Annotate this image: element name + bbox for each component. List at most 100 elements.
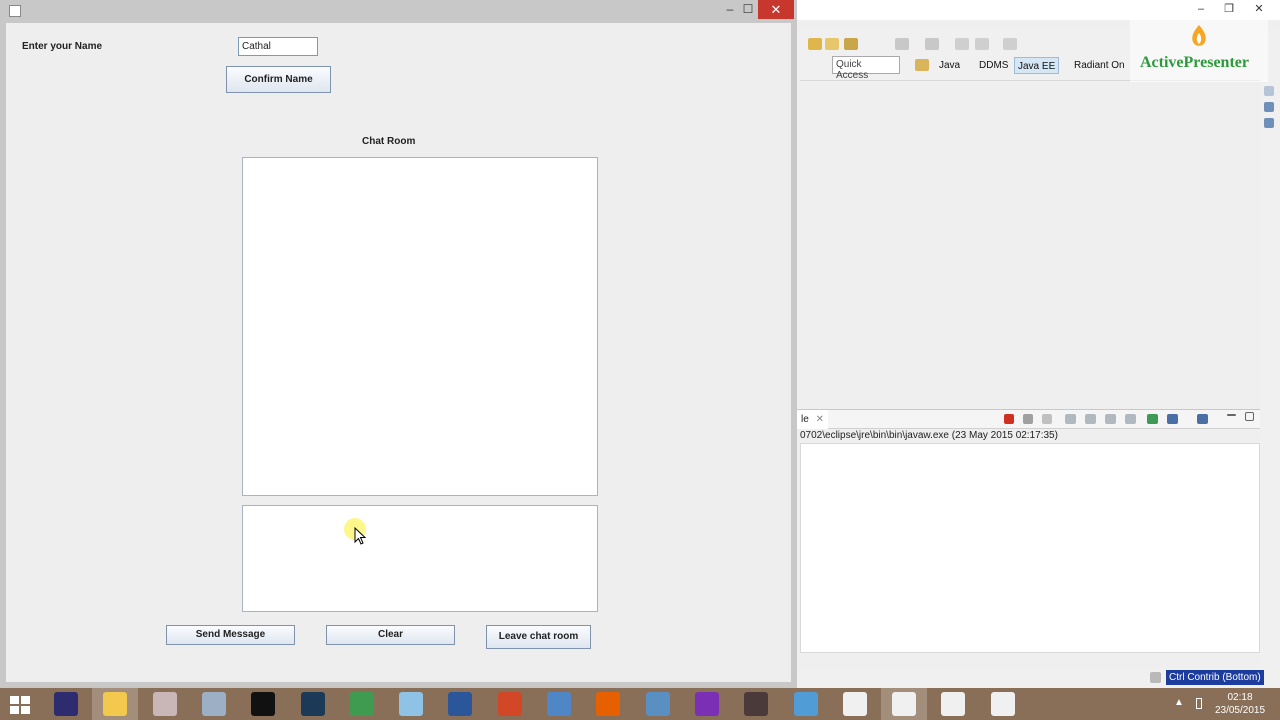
close-button[interactable]: ✕ bbox=[758, 0, 794, 19]
taskbar-item[interactable] bbox=[635, 688, 681, 720]
files-icon bbox=[202, 692, 226, 716]
java-icon-4 bbox=[991, 692, 1015, 716]
remove-launch-icon[interactable] bbox=[1023, 414, 1033, 424]
watermark-text: ActivePresenter bbox=[1140, 54, 1249, 71]
java-icon-1 bbox=[843, 692, 867, 716]
taskbar-item[interactable] bbox=[290, 688, 336, 720]
taskbar-item[interactable] bbox=[142, 688, 188, 720]
notepad-icon bbox=[399, 692, 423, 716]
taskbar-item[interactable] bbox=[240, 688, 286, 720]
prev-annotation-icon[interactable] bbox=[925, 38, 939, 50]
confirm-name-button[interactable]: Confirm Name bbox=[226, 66, 331, 93]
taskbar-item[interactable] bbox=[536, 688, 582, 720]
maximize-view-icon[interactable] bbox=[1245, 412, 1254, 421]
taskbar-item[interactable] bbox=[783, 688, 829, 720]
next-annotation-icon[interactable] bbox=[895, 38, 909, 50]
chat-content-pane: Enter your Name Cathal Confirm Name Chat… bbox=[6, 23, 791, 682]
show-hidden-icons-icon[interactable]: ▲ bbox=[1174, 697, 1184, 708]
mysql-icon bbox=[301, 692, 325, 716]
show-console-icon[interactable] bbox=[1125, 414, 1136, 424]
battery-icon[interactable] bbox=[1196, 698, 1202, 709]
outline-icon[interactable] bbox=[1264, 102, 1274, 112]
taskbar-item[interactable] bbox=[92, 688, 138, 720]
taskbar-item[interactable] bbox=[881, 688, 927, 720]
command-prompt-icon bbox=[251, 692, 275, 716]
perspective-radiant[interactable]: Radiant On bbox=[1071, 57, 1128, 74]
clock-date: 23/05/2015 bbox=[1214, 705, 1266, 716]
console-process-path: 0702\eclipse\jre\bin\bin\javaw.exe (23 M… bbox=[800, 430, 1058, 441]
close-icon[interactable]: ✕ bbox=[816, 414, 824, 425]
taskbar-item[interactable] bbox=[43, 688, 89, 720]
task-list-icon[interactable] bbox=[1264, 118, 1274, 128]
eclipse-side-trim bbox=[1260, 80, 1280, 680]
taskbar-item[interactable] bbox=[487, 688, 533, 720]
chart-app-icon bbox=[350, 692, 374, 716]
console-tab[interactable]: le ✕ bbox=[797, 410, 828, 429]
taskbar-item[interactable] bbox=[339, 688, 385, 720]
search-app-icon bbox=[695, 692, 719, 716]
name-label: Enter your Name bbox=[22, 41, 103, 52]
editor-area bbox=[800, 80, 1260, 410]
eclipse-icon bbox=[54, 692, 78, 716]
word-wrap-icon[interactable] bbox=[1105, 414, 1116, 424]
console-tab-label: le bbox=[801, 414, 809, 425]
terminate-icon[interactable] bbox=[1004, 414, 1014, 424]
heap-status-icon bbox=[1150, 672, 1161, 683]
open-folder-icon[interactable] bbox=[808, 38, 822, 50]
send-message-button[interactable]: Send Message bbox=[166, 625, 295, 645]
taskbar-item[interactable] bbox=[585, 688, 631, 720]
perspective-java-ee[interactable]: Java EE bbox=[1014, 57, 1060, 74]
console-output[interactable] bbox=[800, 443, 1260, 653]
perspective-java[interactable]: Java bbox=[936, 57, 963, 74]
taskbar-item[interactable] bbox=[930, 688, 976, 720]
calculator-icon bbox=[646, 692, 670, 716]
taskbar-item[interactable] bbox=[191, 688, 237, 720]
clear-console-icon[interactable] bbox=[1065, 414, 1076, 424]
pin-console-icon[interactable] bbox=[1147, 414, 1158, 424]
chat-room-label: Chat Room bbox=[362, 136, 416, 147]
explorer-window-icon bbox=[794, 692, 818, 716]
powerpoint-icon bbox=[498, 692, 522, 716]
java-icon-3 bbox=[941, 692, 965, 716]
taskbar-item[interactable] bbox=[733, 688, 779, 720]
wand-icon[interactable] bbox=[844, 38, 858, 50]
ctrl-contrib-label: Ctrl Contrib (Bottom) bbox=[1166, 670, 1264, 685]
file-explorer-icon bbox=[103, 692, 127, 716]
folder-icon[interactable] bbox=[825, 38, 839, 50]
activepresenter-watermark: ActivePresenter bbox=[1130, 14, 1268, 82]
forward-arrow-icon[interactable] bbox=[1003, 38, 1017, 50]
maximize-button[interactable]: ☐ bbox=[736, 0, 760, 20]
open-console-icon[interactable] bbox=[1197, 414, 1208, 424]
perspective-ddms[interactable]: DDMS bbox=[976, 57, 1011, 74]
mouse-pointer-icon bbox=[354, 527, 366, 545]
chat-history-area[interactable] bbox=[242, 157, 598, 496]
message-input-area[interactable] bbox=[242, 505, 598, 612]
leave-chat-room-button[interactable]: Leave chat room bbox=[486, 625, 591, 649]
word-icon bbox=[448, 692, 472, 716]
taskbar-item[interactable] bbox=[684, 688, 730, 720]
quick-access-input[interactable]: Quick Access bbox=[832, 56, 900, 81]
back-arrow-icon[interactable] bbox=[975, 38, 989, 50]
display-console-icon[interactable] bbox=[1167, 414, 1178, 424]
clear-button[interactable]: Clear bbox=[326, 625, 455, 645]
jcreator-icon bbox=[547, 692, 571, 716]
activepresenter-logo-icon bbox=[1192, 25, 1206, 46]
system-clock[interactable]: 02:18 23/05/2015 bbox=[1206, 691, 1274, 717]
taskbar-item[interactable] bbox=[980, 688, 1026, 720]
name-input[interactable]: Cathal bbox=[238, 37, 318, 56]
firefox-icon bbox=[596, 692, 620, 716]
windows-taskbar: ▲ 02:18 23/05/2015 bbox=[0, 688, 1280, 720]
windows-start-icon[interactable] bbox=[10, 696, 30, 714]
taskbar-item[interactable] bbox=[388, 688, 434, 720]
settings-app-icon bbox=[744, 692, 768, 716]
minimize-view-icon[interactable] bbox=[1227, 414, 1236, 416]
taskbar-item[interactable] bbox=[437, 688, 483, 720]
remove-all-icon[interactable] bbox=[1042, 414, 1052, 424]
taskbar-item[interactable] bbox=[832, 688, 878, 720]
open-perspective-icon[interactable] bbox=[915, 59, 929, 71]
chat-client-window: – ☐ ✕ Enter your Name Cathal Confirm Nam… bbox=[0, 0, 797, 688]
eclipse-window: – ❐ ✕ Quick Access Java DDMS Java EE Rad… bbox=[797, 0, 1280, 688]
scroll-lock-icon[interactable] bbox=[1085, 414, 1096, 424]
last-edit-icon[interactable] bbox=[955, 38, 969, 50]
restore-icon[interactable] bbox=[1264, 86, 1274, 96]
